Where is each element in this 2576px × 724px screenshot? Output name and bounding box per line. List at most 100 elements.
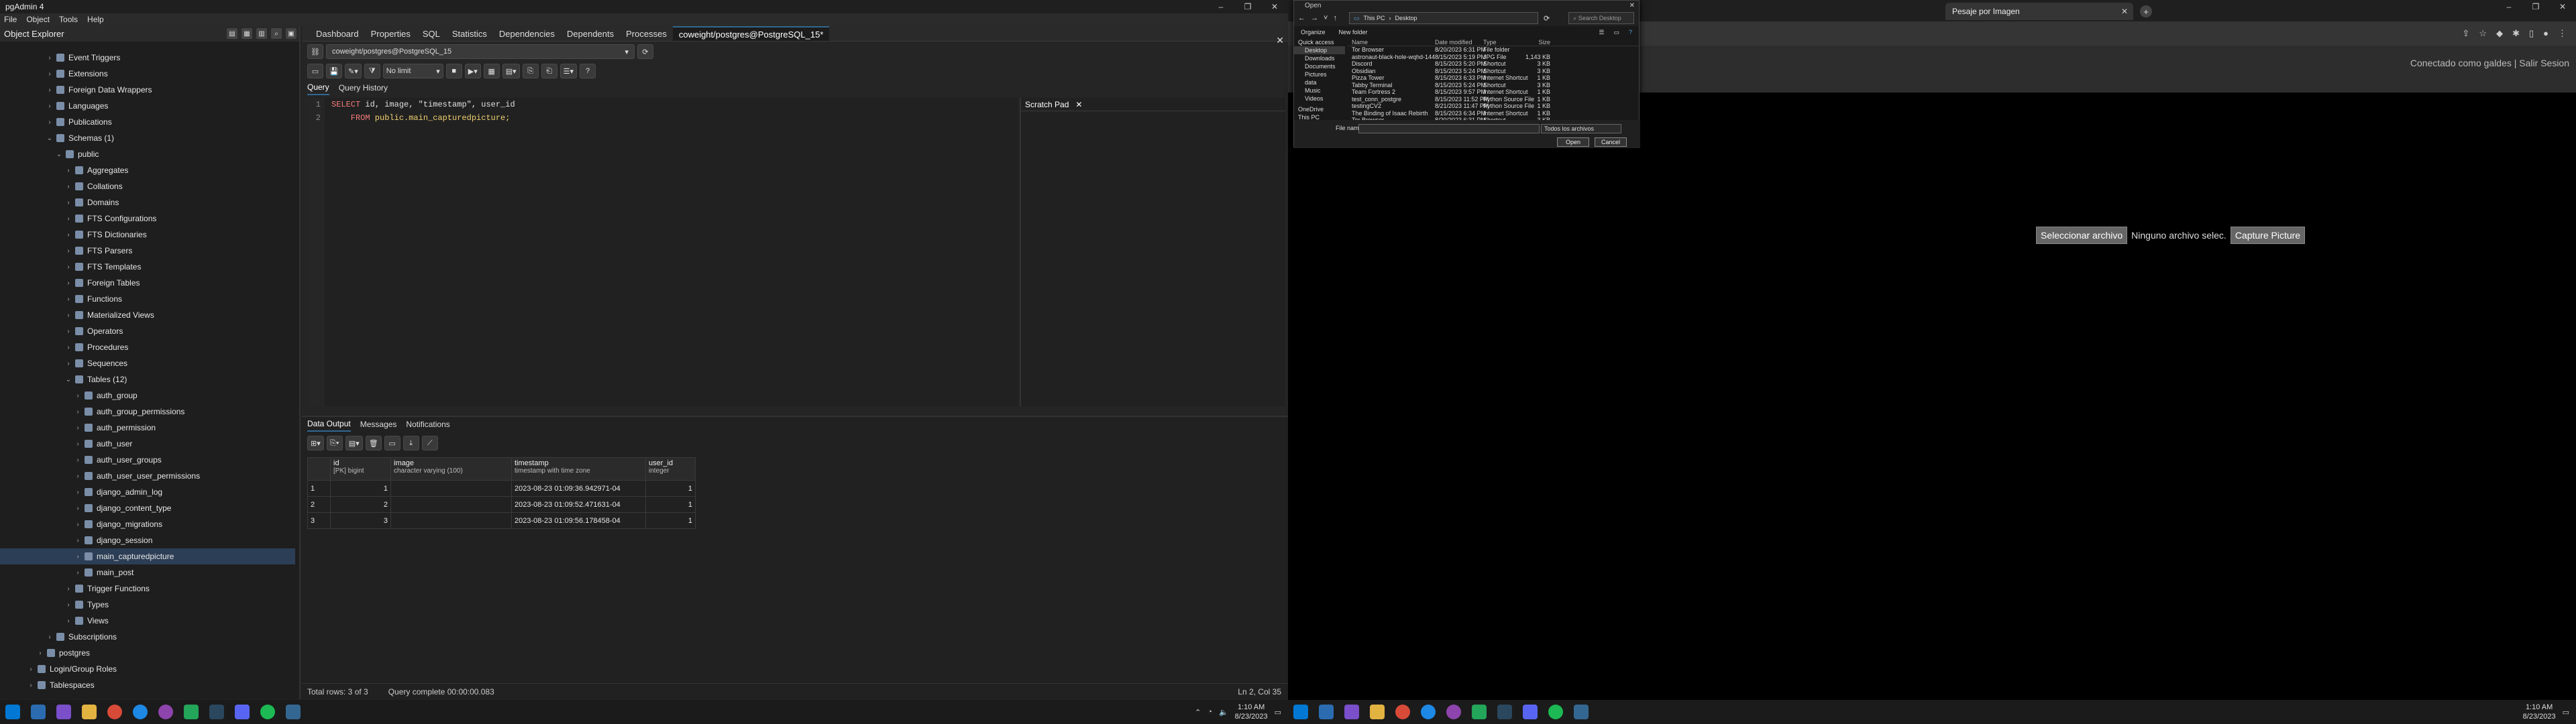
- search-icon[interactable]: ⌕: [271, 28, 282, 39]
- tree-node[interactable]: › Event Triggers: [0, 50, 295, 66]
- close-tab-icon[interactable]: ✕: [2121, 7, 2128, 16]
- terminal-app-icon[interactable]: [31, 705, 46, 719]
- discord-icon[interactable]: [235, 705, 250, 719]
- minimize-icon[interactable]: –: [2496, 0, 2522, 13]
- close-icon[interactable]: ✕: [1261, 0, 1288, 13]
- tab-sql[interactable]: SQL: [417, 26, 446, 41]
- chevron-right-icon[interactable]: ›: [27, 682, 35, 689]
- vscode-icon[interactable]: [184, 705, 199, 719]
- refresh-icon[interactable]: ⟳: [1544, 14, 1550, 23]
- chevron-right-icon[interactable]: ›: [46, 54, 54, 62]
- vscode-icon[interactable]: [1472, 705, 1487, 719]
- file-row[interactable]: test_conn_postgre 8/15/2023 11:52 PM Pytho…: [1348, 96, 1640, 103]
- stop-icon[interactable]: ■: [445, 64, 462, 78]
- share-icon[interactable]: ⇪: [2463, 28, 2470, 39]
- sidebar-item[interactable]: Music: [1294, 86, 1345, 95]
- forward-icon[interactable]: →: [1311, 14, 1318, 22]
- table-cell[interactable]: [390, 512, 512, 529]
- tree-node[interactable]: › postgres: [0, 645, 295, 661]
- tab-dependencies[interactable]: Dependencies: [493, 26, 561, 41]
- sidebar-item[interactable]: Documents: [1294, 62, 1345, 70]
- explain-icon[interactable]: ▦: [483, 64, 500, 78]
- notification-icon[interactable]: ▭: [2563, 708, 2569, 717]
- chevron-right-icon[interactable]: ›: [36, 650, 44, 657]
- open-button[interactable]: Open: [1557, 137, 1589, 147]
- explain-analyze-icon[interactable]: ▤▾: [502, 64, 520, 78]
- tree-node[interactable]: › Aggregates: [0, 162, 295, 178]
- chevron-right-icon[interactable]: ›: [64, 312, 72, 319]
- tab-dependents[interactable]: Dependents: [561, 26, 620, 41]
- menu-icon[interactable]: ⋮: [2558, 28, 2567, 39]
- tab-query-tool[interactable]: coweight/postgres@PostgreSQL_15*: [672, 26, 830, 41]
- browser-icon[interactable]: [133, 705, 148, 719]
- menu-help[interactable]: Help: [87, 15, 104, 24]
- tree-node[interactable]: › FTS Templates: [0, 259, 295, 275]
- tree-node[interactable]: › Tablespaces: [0, 677, 295, 693]
- limit-select[interactable]: No limit ▾: [382, 64, 443, 78]
- back-icon[interactable]: ←: [1298, 14, 1305, 22]
- tree-node[interactable]: › Publications: [0, 114, 295, 130]
- new-tab-icon[interactable]: +: [2140, 5, 2152, 17]
- menu-tools[interactable]: Tools: [59, 15, 78, 24]
- clock[interactable]: 1:10 AM 8/23/2023: [2523, 703, 2556, 721]
- column-header[interactable]: id [PK] bigint: [330, 457, 391, 481]
- database-icon[interactable]: ▤: [227, 28, 237, 39]
- choose-file-button[interactable]: Seleccionar archivo: [2036, 227, 2128, 244]
- extension-icon[interactable]: ◆: [2496, 28, 2503, 39]
- chevron-right-icon[interactable]: ›: [74, 569, 82, 577]
- profile-icon[interactable]: ●: [2543, 28, 2548, 39]
- chrome-icon[interactable]: [107, 705, 122, 719]
- chevron-right-icon[interactable]: ›: [46, 70, 54, 78]
- tree-node[interactable]: › Domains: [0, 194, 295, 210]
- tree-node[interactable]: › auth_group_permissions: [0, 404, 295, 420]
- pgadmin-icon[interactable]: [1574, 705, 1589, 719]
- chevron-right-icon[interactable]: ›: [64, 247, 72, 255]
- table-cell[interactable]: 3: [330, 512, 391, 529]
- tree-node[interactable]: › django_migrations: [0, 516, 295, 532]
- file-row[interactable]: Obsidian 8/15/2023 5:24 PM Shortcut 3 KB: [1348, 68, 1640, 75]
- chevron-right-icon[interactable]: ›: [74, 392, 82, 400]
- tab-statistics[interactable]: Statistics: [446, 26, 493, 41]
- add-row-icon[interactable]: ⊞▾: [307, 436, 324, 450]
- chevron-right-icon[interactable]: ›: [64, 183, 72, 190]
- path-this-pc[interactable]: This PC: [1363, 15, 1385, 21]
- tab-messages[interactable]: Messages: [360, 417, 397, 432]
- chevron-right-icon[interactable]: ›: [64, 296, 72, 303]
- tree-node[interactable]: › Sequences: [0, 355, 295, 371]
- result-grid[interactable]: id [PK] bigint image character varying (10…: [307, 457, 696, 529]
- up-icon[interactable]: ↑: [1333, 14, 1337, 22]
- tab-data-output[interactable]: Data Output: [307, 417, 351, 432]
- connection-select[interactable]: coweight/postgres@PostgreSQL_15 ▾: [326, 44, 635, 59]
- maximize-icon[interactable]: ❐: [2522, 0, 2549, 13]
- tree-node[interactable]: › Functions: [0, 291, 295, 307]
- chevron-right-icon[interactable]: ›: [64, 280, 72, 287]
- tree-node[interactable]: › django_content_type: [0, 500, 295, 516]
- table-row[interactable]: 1 1 2023-08-23 01:09:36.942971-04 1: [307, 480, 696, 497]
- file-row[interactable]: astronaut-black-hole-wqhd-1440p-wallp...…: [1348, 54, 1640, 61]
- chevron-right-icon[interactable]: ›: [64, 360, 72, 367]
- start-icon[interactable]: [5, 705, 20, 719]
- preview-pane-icon[interactable]: ▭: [1613, 29, 1619, 36]
- chevron-down-icon[interactable]: ⌄: [64, 376, 72, 383]
- chevron-right-icon[interactable]: ›: [74, 473, 82, 480]
- refresh-icon[interactable]: ⟳: [637, 44, 653, 59]
- scratch-pad[interactable]: Scratch Pad ✕: [1020, 98, 1285, 406]
- tree-node[interactable]: › FTS Configurations: [0, 210, 295, 227]
- chevron-right-icon[interactable]: ›: [64, 231, 72, 239]
- chevron-right-icon[interactable]: ›: [74, 489, 82, 496]
- header-size[interactable]: Size: [1523, 38, 1550, 46]
- extensions-icon[interactable]: ✱: [2512, 28, 2520, 39]
- file-row[interactable]: The Binding of Isaac Rebirth 8/15/2023 6:…: [1348, 110, 1640, 117]
- chevron-right-icon[interactable]: ›: [64, 344, 72, 351]
- path-desktop[interactable]: Desktop: [1395, 15, 1417, 21]
- help-icon[interactable]: ?: [1629, 29, 1632, 36]
- chevron-right-icon[interactable]: ›: [46, 86, 54, 94]
- terminal-app-icon[interactable]: [1319, 705, 1334, 719]
- menu-object[interactable]: Object: [26, 15, 50, 24]
- file-row[interactable]: Tabby Terminal 8/15/2023 5:24 PM Shortcut 3…: [1348, 82, 1640, 89]
- copy-icon[interactable]: ⎘▾: [326, 436, 343, 450]
- tree-node[interactable]: › Procedures: [0, 339, 295, 355]
- tree-node[interactable]: › Subscriptions: [0, 629, 295, 645]
- tree-node[interactable]: › auth_user_user_permissions: [0, 468, 295, 484]
- tree-node[interactable]: › django_session: [0, 532, 295, 548]
